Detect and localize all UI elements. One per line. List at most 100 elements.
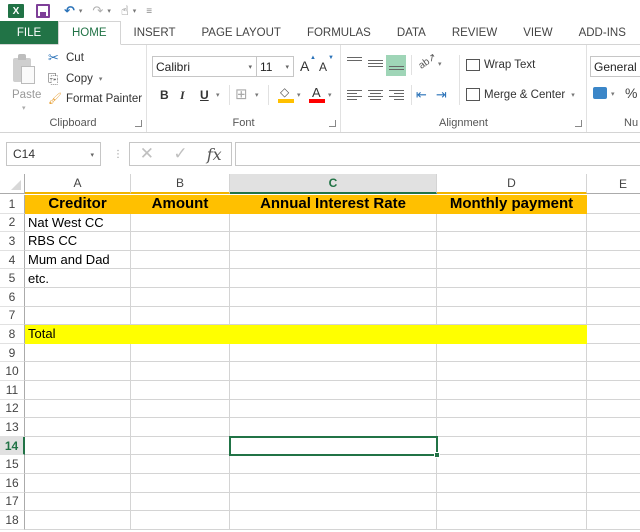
copy-dropdown-caret[interactable]: ▾: [99, 75, 103, 83]
cell-d6[interactable]: [437, 288, 587, 307]
cell-b6[interactable]: [131, 288, 230, 307]
formula-bar-splitter[interactable]: ⋮: [113, 149, 123, 160]
cell-d18[interactable]: [437, 511, 587, 530]
tab-insert[interactable]: INSERT: [121, 21, 189, 44]
cell-e1[interactable]: [587, 195, 640, 214]
cell-e2[interactable]: [587, 214, 640, 233]
cell-a4[interactable]: Mum and Dad: [25, 250, 131, 270]
align-right-icon[interactable]: [389, 90, 404, 102]
cell-a9[interactable]: [25, 343, 131, 363]
row-header-14[interactable]: 14: [0, 436, 25, 456]
row-header-17[interactable]: 17: [0, 492, 25, 512]
cell-a1[interactable]: Creditor: [25, 195, 131, 214]
row-header-11[interactable]: 11: [0, 381, 25, 400]
cell-b13[interactable]: [131, 418, 230, 437]
cell-b18[interactable]: [131, 511, 230, 530]
cell-b2[interactable]: [131, 213, 230, 233]
tab-formulas[interactable]: FORMULAS: [294, 21, 384, 44]
formula-input[interactable]: [235, 142, 640, 166]
cell-e11[interactable]: [587, 381, 640, 400]
cell-d7[interactable]: [437, 306, 587, 326]
font-name-select[interactable]: Calibri ▾: [152, 56, 257, 77]
cell-a3[interactable]: RBS CC: [25, 232, 131, 251]
select-all-button[interactable]: [0, 174, 25, 194]
cell-e9[interactable]: [587, 344, 640, 363]
bold-button[interactable]: B: [160, 88, 169, 102]
cell-a13[interactable]: [25, 418, 131, 437]
cell-a15[interactable]: [25, 455, 131, 474]
row-header-6[interactable]: 6: [0, 288, 25, 307]
cell-c3[interactable]: [230, 232, 437, 251]
cell-c13[interactable]: [230, 418, 437, 437]
cell-a17[interactable]: [25, 492, 131, 512]
cut-button[interactable]: ✂ Cut: [48, 50, 84, 66]
cell-c6[interactable]: [230, 288, 437, 307]
row-header-7[interactable]: 7: [0, 306, 25, 326]
align-left-icon[interactable]: [347, 90, 362, 102]
row-header-3[interactable]: 3: [0, 232, 25, 251]
decrease-indent-icon[interactable]: ⇤: [416, 87, 427, 103]
cell-b16[interactable]: [131, 474, 230, 493]
cell-b15[interactable]: [131, 455, 230, 474]
cell-c9[interactable]: [230, 343, 437, 363]
insert-function-icon[interactable]: fx: [197, 145, 231, 164]
clipboard-dialog-launcher[interactable]: [135, 120, 142, 127]
cell-e5[interactable]: [587, 269, 640, 288]
cell-c7[interactable]: [230, 306, 437, 326]
fill-color-button[interactable]: ◇: [278, 85, 294, 104]
top-align-icon[interactable]: [347, 57, 362, 69]
cell-e14[interactable]: [587, 437, 640, 456]
row-header-13[interactable]: 13: [0, 418, 25, 437]
cell-a7[interactable]: [25, 306, 131, 326]
row-header-15[interactable]: 15: [0, 455, 25, 474]
enter-icon[interactable]: ✓: [164, 144, 198, 164]
borders-icon[interactable]: ⊞: [235, 85, 248, 103]
cell-d13[interactable]: [437, 418, 587, 437]
font-color-dropdown[interactable]: ▾: [328, 91, 332, 99]
row-header-16[interactable]: 16: [0, 474, 25, 493]
italic-button[interactable]: I: [180, 88, 185, 103]
cell-b1[interactable]: Amount: [131, 195, 230, 214]
cell-e12[interactable]: [587, 400, 640, 419]
cell-b7[interactable]: [131, 306, 230, 326]
row-header-9[interactable]: 9: [0, 343, 25, 363]
cell-d4[interactable]: [437, 250, 587, 270]
number-format-select[interactable]: General: [590, 56, 640, 77]
cell-d5[interactable]: [437, 269, 587, 288]
row-header-18[interactable]: 18: [0, 511, 25, 530]
merge-center-button[interactable]: Merge & Center ▾: [466, 88, 575, 101]
align-center-icon[interactable]: [368, 90, 383, 102]
cell-a5[interactable]: etc.: [25, 269, 131, 288]
font-color-button[interactable]: A: [309, 85, 325, 104]
row-header-8[interactable]: 8: [0, 325, 25, 344]
redo-dropdown[interactable]: ▾: [107, 7, 111, 15]
cell-c2[interactable]: [230, 213, 437, 233]
borders-dropdown[interactable]: ▾: [255, 91, 259, 99]
alignment-dialog-launcher[interactable]: [575, 120, 582, 127]
cell-d11[interactable]: [437, 381, 587, 400]
cell-c17[interactable]: [230, 492, 437, 512]
accounting-format-dropdown[interactable]: ▾: [611, 90, 615, 98]
cell-c16[interactable]: [230, 474, 437, 493]
cell-d3[interactable]: [437, 232, 587, 251]
cell-c8[interactable]: [230, 325, 437, 344]
increase-indent-icon[interactable]: ⇥: [436, 87, 447, 103]
cell-c1[interactable]: Annual Interest Rate: [230, 195, 437, 214]
row-header-5[interactable]: 5: [0, 269, 25, 288]
font-dialog-launcher[interactable]: [329, 120, 336, 127]
cell-d12[interactable]: [437, 399, 587, 419]
cell-b17[interactable]: [131, 492, 230, 512]
tab-view[interactable]: VIEW: [510, 21, 565, 44]
cell-b11[interactable]: [131, 381, 230, 400]
cell-a6[interactable]: [25, 288, 131, 307]
cell-c10[interactable]: [230, 362, 437, 381]
undo-dropdown[interactable]: ▾: [79, 7, 83, 15]
cell-d9[interactable]: [437, 343, 587, 363]
cell-d10[interactable]: [437, 362, 587, 381]
paste-button[interactable]: Paste ▾: [6, 51, 46, 113]
cell-d14[interactable]: [437, 436, 587, 456]
column-header-e[interactable]: E: [587, 174, 640, 194]
cell-b4[interactable]: [131, 250, 230, 270]
cell-e13[interactable]: [587, 418, 640, 437]
percent-style-button[interactable]: %: [625, 85, 637, 101]
